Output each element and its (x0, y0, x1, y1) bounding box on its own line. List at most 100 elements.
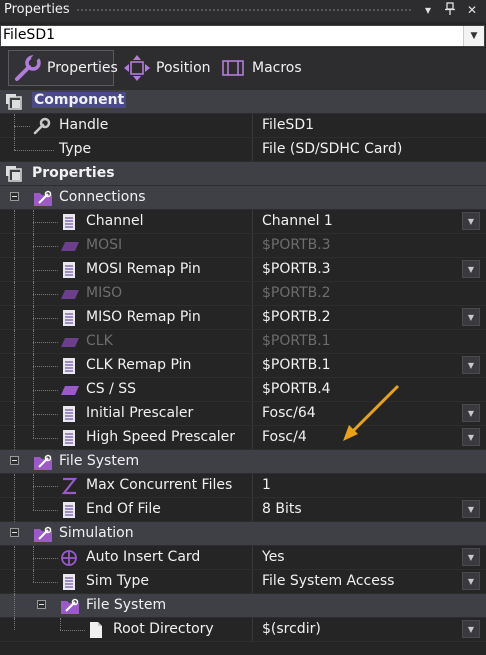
panel-title-bar: Properties ▾ ✕ (0, 0, 486, 22)
property-value[interactable]: FileSD1 (262, 117, 314, 133)
group-label: File System (86, 597, 167, 613)
group-label: Connections (59, 189, 146, 205)
property-label: Root Directory (113, 621, 214, 637)
property-value[interactable]: $PORTB.4 (262, 381, 331, 397)
folder-settings-icon (33, 453, 52, 471)
property-row-root-directory[interactable]: Root Directory $(srcdir) ▼ (0, 618, 486, 642)
property-row-clk[interactable]: CLK $PORTB.1 (0, 330, 486, 354)
property-label: CS / SS (86, 381, 137, 397)
tab-position[interactable]: Position (118, 50, 211, 86)
property-value[interactable]: $PORTB.2 (262, 309, 331, 325)
property-row-mosi[interactable]: MOSI $PORTB.3 (0, 234, 486, 258)
property-value[interactable]: 1 (262, 477, 271, 493)
group-simulation-file-system[interactable]: File System (0, 594, 486, 618)
folder-settings-icon (33, 189, 52, 207)
title-grip (76, 8, 412, 13)
property-value[interactable]: File (SD/SDHC Card) (262, 141, 402, 157)
close-icon[interactable]: ✕ (464, 2, 480, 18)
property-row-initial-prescaler[interactable]: Initial Prescaler Fosc/64 ▼ (0, 402, 486, 426)
property-value[interactable]: Fosc/4 (262, 429, 307, 445)
group-file-system[interactable]: File System (0, 450, 486, 474)
move-icon (122, 53, 152, 83)
category-component[interactable]: Component (0, 90, 486, 114)
collapse-icon[interactable] (10, 192, 19, 201)
group-connections[interactable]: Connections (0, 186, 486, 210)
component-selector-value: FileSD1 (3, 27, 56, 43)
collapse-icon[interactable] (10, 528, 19, 537)
pin-icon[interactable] (442, 2, 458, 18)
file-system-rows: Max Concurrent Files 1 End Of File 8 Bits ▼ (0, 474, 486, 522)
property-value[interactable]: Fosc/64 (262, 405, 316, 421)
list-icon (60, 261, 78, 279)
property-label: High Speed Prescaler (86, 429, 236, 445)
chevron-down-icon[interactable]: ▼ (462, 620, 480, 638)
chevron-down-icon[interactable]: ▼ (462, 404, 480, 422)
chevron-down-icon[interactable]: ▼ (462, 308, 480, 326)
chevron-down-icon[interactable]: ▼ (462, 548, 480, 566)
property-row-max-concurrent-files[interactable]: Max Concurrent Files 1 (0, 474, 486, 498)
property-value[interactable]: $PORTB.3 (262, 261, 331, 277)
category-properties[interactable]: Properties (0, 162, 486, 186)
connections-rows: Channel Channel 1 ▼ MOSI $PORTB.3 MOSI Remap … (0, 210, 486, 450)
property-label: MOSI Remap Pin (86, 261, 201, 277)
property-label: Max Concurrent Files (86, 477, 233, 493)
list-icon (60, 501, 78, 519)
chevron-down-icon[interactable]: ▼ (462, 428, 480, 446)
collapse-icon[interactable] (37, 600, 46, 609)
list-icon (60, 429, 78, 447)
list-icon (60, 405, 78, 423)
category-label: Component (32, 92, 127, 108)
group-simulation[interactable]: Simulation (0, 522, 486, 546)
property-label: End Of File (86, 501, 161, 517)
chevron-down-icon[interactable]: ▼ (462, 260, 480, 278)
tab-macros-label: Macros (252, 60, 302, 76)
property-label: MISO (86, 285, 123, 301)
property-row-auto-insert-card[interactable]: Auto Insert Card Yes ▼ (0, 546, 486, 570)
property-row-clk-remap-pin[interactable]: CLK Remap Pin $PORTB.1 ▼ (0, 354, 486, 378)
chevron-down-icon[interactable]: ▼ (462, 356, 480, 374)
property-row-high-speed-prescaler[interactable]: High Speed Prescaler Fosc/4 ▼ (0, 426, 486, 450)
tab-macros[interactable]: Macros (214, 50, 304, 86)
pin-icon (60, 285, 79, 303)
simulation-rows: Auto Insert Card Yes ▼ Sim Type File System … (0, 546, 486, 594)
tab-position-label: Position (156, 60, 211, 76)
property-value[interactable]: $(srcdir) (262, 621, 321, 637)
property-label: Sim Type (86, 573, 150, 589)
panel-menu-icon[interactable]: ▾ (420, 2, 436, 18)
tab-properties[interactable]: Properties (8, 50, 118, 86)
chevron-down-icon[interactable]: ▼ (463, 26, 484, 46)
property-value[interactable]: 8 Bits (262, 501, 302, 517)
property-row-end-of-file[interactable]: End Of File 8 Bits ▼ (0, 498, 486, 522)
tab-strip: Properties Position Macros (0, 48, 486, 90)
property-value: $PORTB.1 (262, 333, 331, 349)
property-label: MOSI (86, 237, 123, 253)
property-value[interactable]: Channel 1 (262, 213, 333, 229)
property-row-mosi-remap-pin[interactable]: MOSI Remap Pin $PORTB.3 ▼ (0, 258, 486, 282)
property-value: $PORTB.2 (262, 285, 331, 301)
component-selector[interactable]: FileSD1 ▼ (0, 25, 485, 47)
group-label: Simulation (59, 525, 134, 541)
chevron-down-icon[interactable]: ▼ (462, 572, 480, 590)
folder-settings-icon (60, 597, 79, 615)
pin-icon (60, 333, 79, 351)
property-row-miso-remap-pin[interactable]: MISO Remap Pin $PORTB.2 ▼ (0, 306, 486, 330)
property-label: CLK (86, 333, 113, 349)
property-value[interactable]: $PORTB.1 (262, 357, 331, 373)
property-row-sim-type[interactable]: Sim Type File System Access ▼ (0, 570, 486, 594)
category-icon (5, 93, 23, 111)
chevron-down-icon[interactable]: ▼ (462, 212, 480, 230)
folder-settings-icon (33, 525, 52, 543)
property-row-channel[interactable]: Channel Channel 1 ▼ (0, 210, 486, 234)
property-label: Type (59, 141, 92, 157)
property-row-handle[interactable]: Handle FileSD1 (0, 114, 486, 138)
property-value[interactable]: Yes (262, 549, 285, 565)
property-value[interactable]: File System Access (262, 573, 394, 589)
tab-properties-label: Properties (47, 60, 118, 76)
property-row-miso[interactable]: MISO $PORTB.2 (0, 282, 486, 306)
property-grid: Component Handle FileSD1 Type File (SD/S… (0, 90, 486, 642)
chevron-down-icon[interactable]: ▼ (462, 500, 480, 518)
pin-icon (60, 237, 79, 255)
collapse-icon[interactable] (10, 456, 19, 465)
property-row-cs-ss[interactable]: CS / SS $PORTB.4 (0, 378, 486, 402)
property-row-type[interactable]: Type File (SD/SDHC Card) (0, 138, 486, 162)
